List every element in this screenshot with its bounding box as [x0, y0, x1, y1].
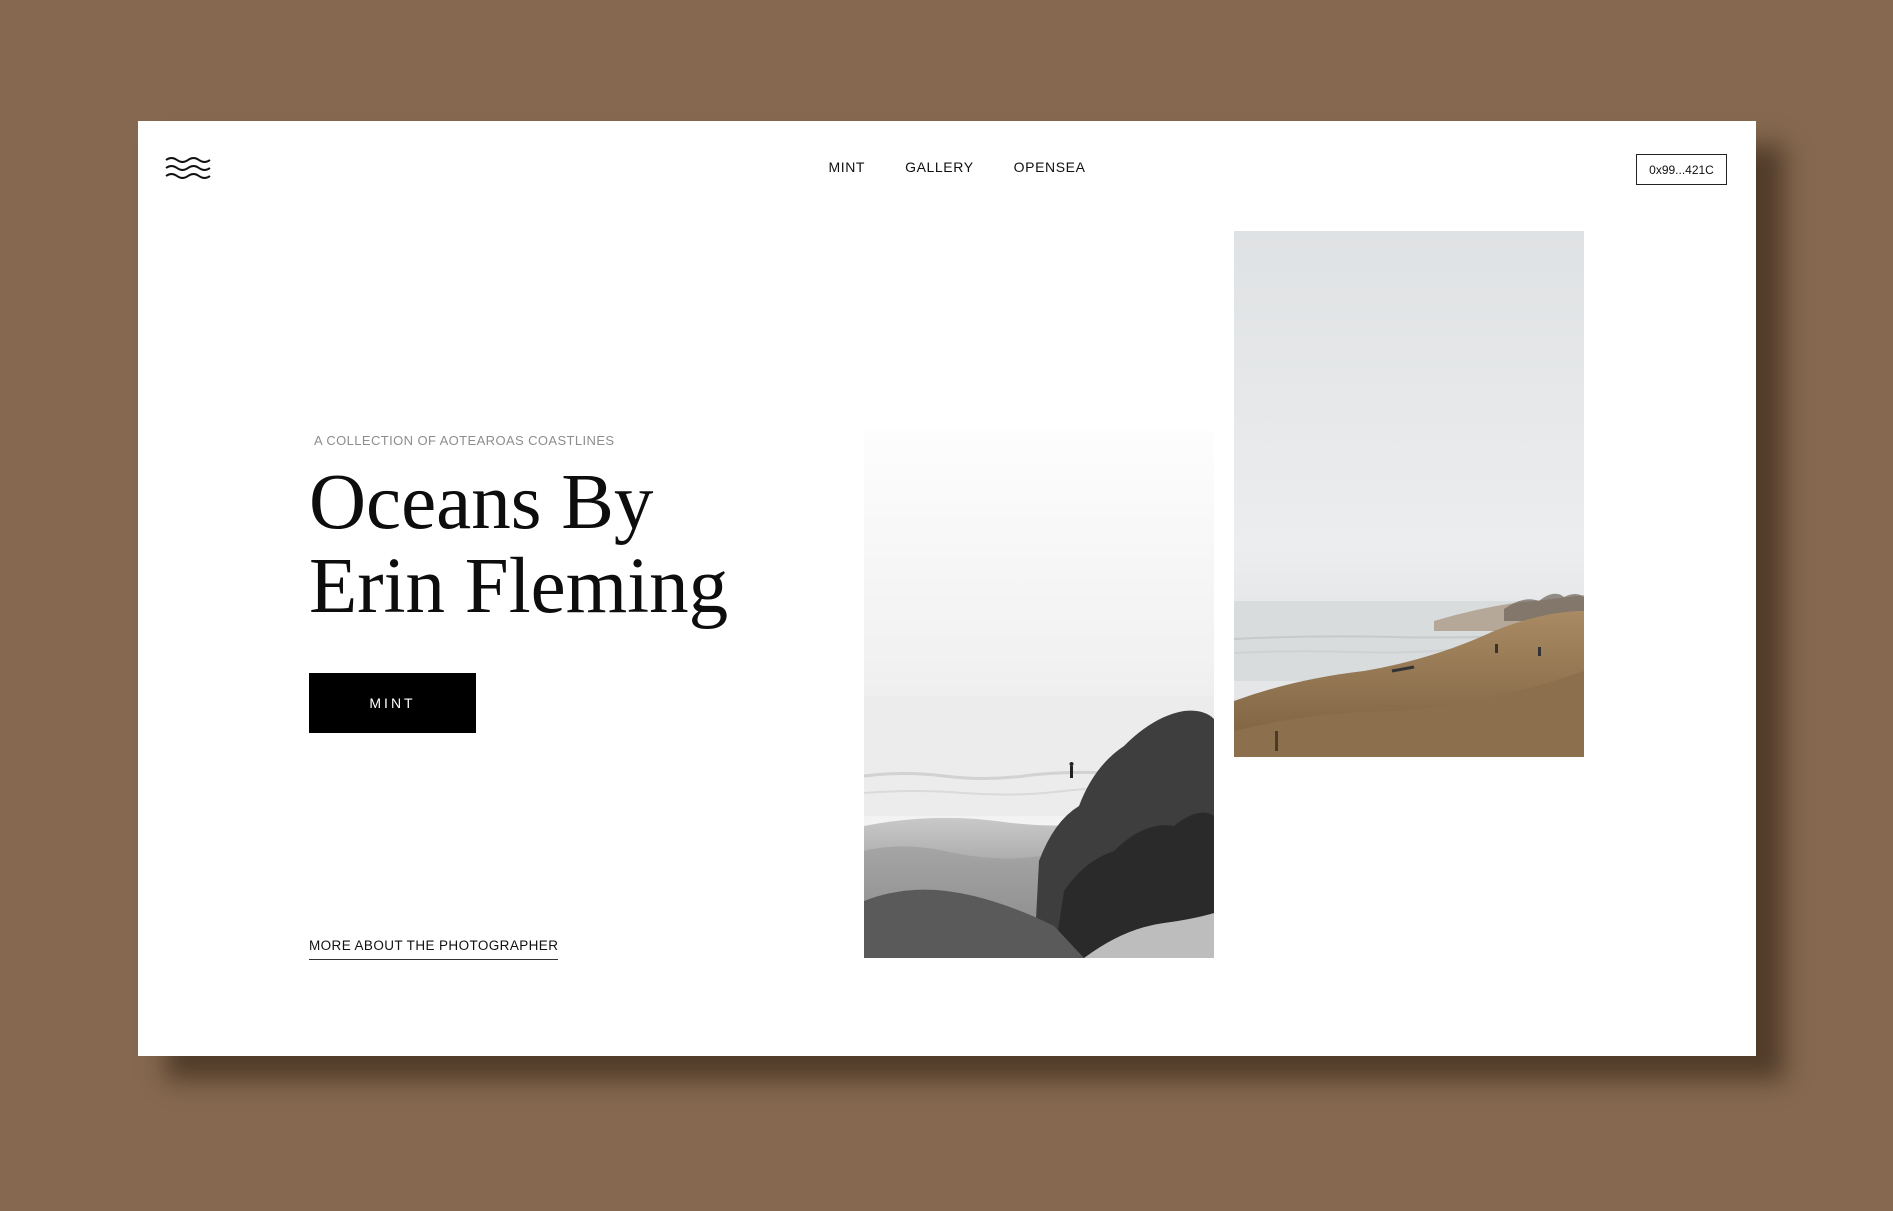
- landing-page: MINT GALLERY OPENSEA 0x99...421C A COLLE…: [138, 121, 1756, 1056]
- nav-opensea-link[interactable]: OPENSEA: [1014, 159, 1086, 175]
- main-nav: MINT GALLERY OPENSEA: [138, 159, 1756, 175]
- misty-beach-dunes-photo[interactable]: [1234, 231, 1584, 757]
- about-photographer-link[interactable]: MORE ABOUT THE PHOTOGRAPHER: [309, 938, 559, 960]
- wallet-address-button[interactable]: 0x99...421C: [1636, 154, 1727, 185]
- title-line-2: Erin Fleming: [309, 543, 729, 630]
- page-title: Oceans By Erin Fleming: [309, 461, 829, 629]
- title-line-1: Oceans By: [309, 459, 654, 546]
- nav-mint-link[interactable]: MINT: [828, 159, 865, 175]
- collection-subtitle: A COLLECTION OF AOTEAROAS COASTLINES: [314, 433, 615, 448]
- nav-gallery-link[interactable]: GALLERY: [905, 159, 974, 175]
- black-and-white-coast-photo[interactable]: [864, 431, 1214, 958]
- mint-button[interactable]: MINT: [309, 673, 476, 733]
